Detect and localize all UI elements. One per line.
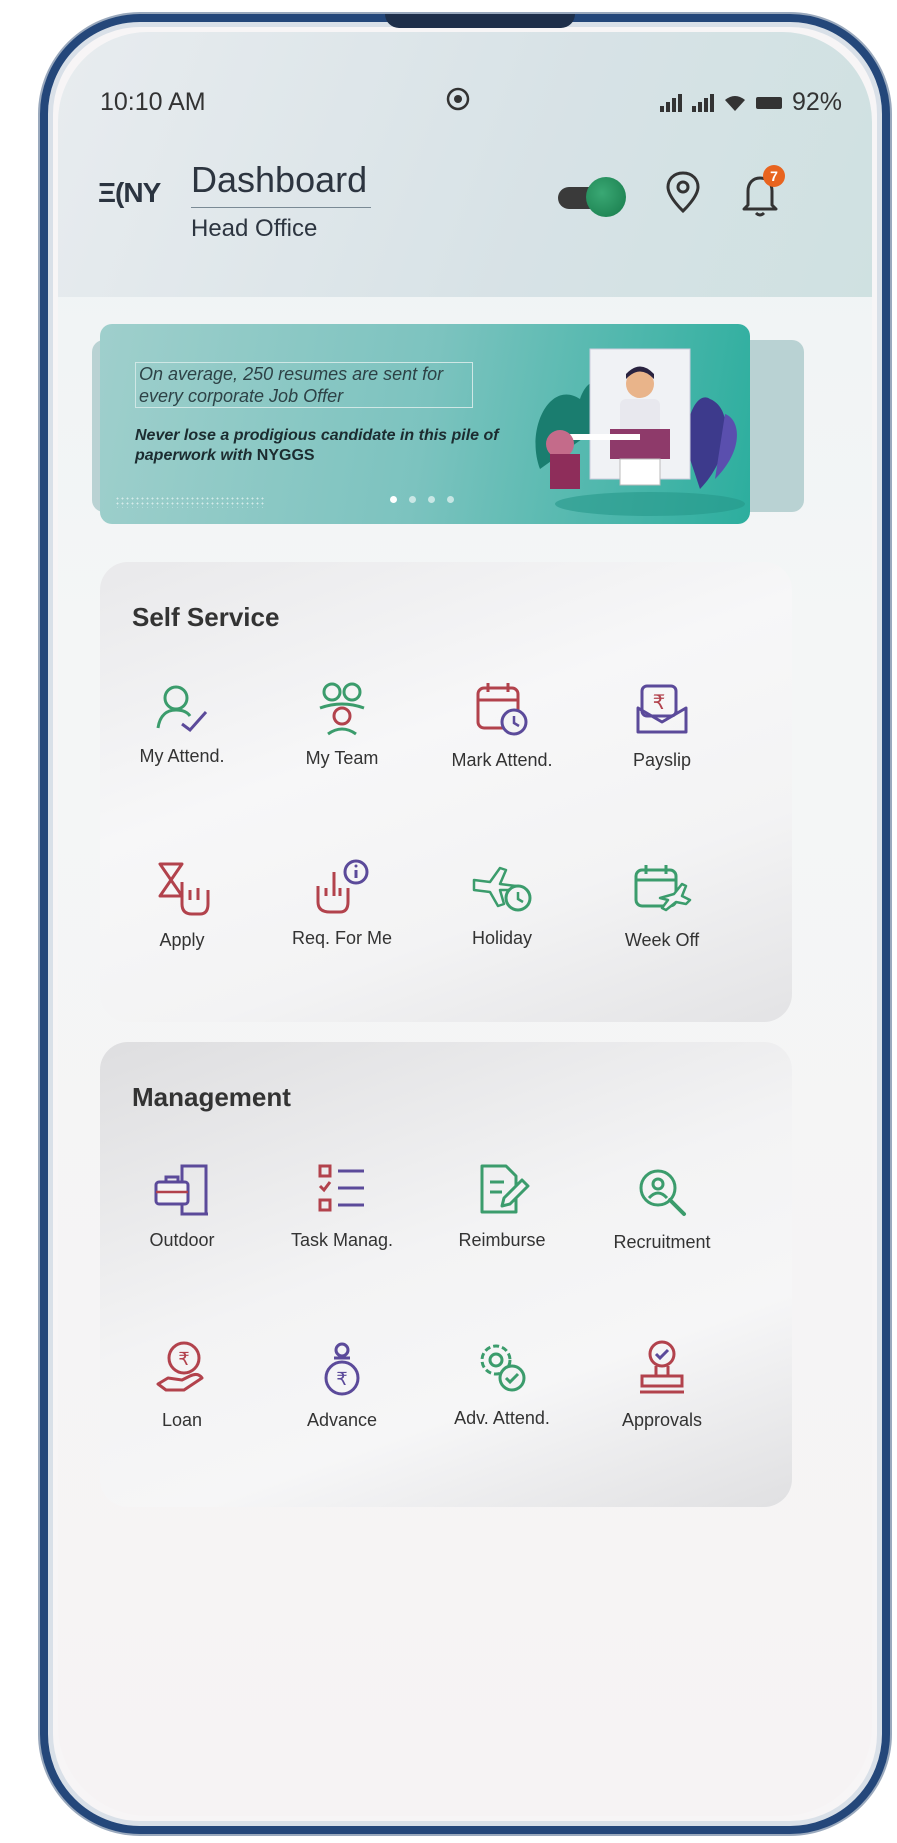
tile-label: Loan [161,1410,203,1430]
tile-label: Reimburse [458,1230,546,1250]
outdoor-tile[interactable]: Outdoor [102,1162,262,1251]
app-screen: 10:10 AM 92% Ξ(NY Dashboard Head Office [58,32,872,1816]
tile-label: Adv. Attend. [454,1408,550,1428]
my-team-tile[interactable]: My Team [262,680,422,769]
document-edit-icon [480,1164,530,1214]
tile-label: Approvals [621,1410,703,1430]
carousel-dot[interactable] [447,496,454,503]
phone-frame: 10:10 AM 92% Ξ(NY Dashboard Head Office [40,14,890,1834]
gear-check-icon [480,1344,526,1392]
banner-brand: NYGGS [256,447,315,464]
battery-icon [755,96,782,109]
battery-percent: 92% [791,88,842,116]
reimburse-tile[interactable]: Reimburse [422,1162,582,1251]
signal-icon [691,93,714,112]
task-list-icon [318,1164,364,1212]
location-pin-icon[interactable] [663,169,703,217]
tile-label: Req. For Me [291,928,393,948]
wifi-icon [724,95,745,111]
tile-label: Payslip [632,750,692,770]
menu-logo-button[interactable]: Ξ(NY [98,177,178,217]
tile-label: Holiday [471,928,533,948]
rupee-hand-icon: ₹ [156,1341,204,1392]
user-check-icon [156,685,208,733]
phone-notch [385,14,575,28]
toggle-knob [586,177,626,217]
calendar-plane-icon [634,865,692,912]
tile-label: Mark Attend. [451,750,553,770]
tile-label: Week Off [624,930,700,950]
status-time: 10:10 AM [100,88,206,116]
stamp-icon [640,1340,684,1394]
signal-icon [659,93,682,112]
tile-label: My Attend. [139,746,225,766]
recruitment-tile[interactable]: Recruitment [582,1166,742,1253]
status-toggle[interactable] [558,177,628,217]
recruiter-illustration [535,348,745,516]
team-icon [319,682,365,736]
mark-attend-tile[interactable]: Mark Attend. [422,680,582,771]
banner-tagline: Never lose a prodigious candidate in thi… [135,426,505,466]
status-bar: 10:10 AM 92% [100,87,842,118]
hourglass-hand-icon [158,862,210,916]
loan-tile[interactable]: ₹ Loan [102,1340,262,1431]
carousel-dot[interactable] [428,496,435,503]
status-right-icons: 92% [659,88,842,117]
svg-text:₹: ₹ [178,1349,189,1370]
approvals-tile[interactable]: Approvals [582,1338,742,1431]
carousel-dot[interactable] [409,496,416,503]
branch-selector[interactable]: Head Office [191,215,317,243]
advance-tile[interactable]: ₹ Advance [262,1340,422,1431]
req-for-me-tile[interactable]: Req. For Me [262,858,422,949]
banner-headline: On average, 250 resumes are sent for eve… [135,362,473,408]
svg-text:₹: ₹ [653,690,666,714]
week-off-tile[interactable]: Week Off [582,862,742,951]
banner-pattern [115,496,265,508]
rupee-envelope-icon: ₹ [636,684,688,734]
holiday-tile[interactable]: Holiday [422,860,582,949]
tile-label: Apply [159,930,205,950]
app-header: Ξ(NY Dashboard Head Office 7 [98,157,858,247]
promo-banner[interactable]: On average, 250 resumes are sent for eve… [100,324,750,524]
door-briefcase-icon [154,1164,208,1216]
title-divider [191,207,371,208]
tile-label: Recruitment [613,1232,711,1252]
payslip-tile[interactable]: ₹ Payslip [582,682,742,771]
tile-label: Advance [306,1410,378,1430]
search-person-icon [639,1169,686,1216]
section-title: Self Service [132,602,280,632]
record-icon [446,87,470,111]
tile-label: Outdoor [149,1230,215,1250]
calendar-clock-icon [476,683,528,736]
carousel-dots[interactable] [390,496,454,503]
page-title: Dashboard [191,159,368,200]
management-card: Management Outdoor Task Manag. Reimburse… [100,1042,792,1507]
tile-label: Task Manag. [290,1230,394,1250]
section-title: Management [132,1082,291,1112]
plane-clock-icon [472,866,532,912]
carousel-dot[interactable] [390,496,397,503]
svg-text:₹: ₹ [336,1369,347,1390]
hand-info-icon [316,859,369,914]
self-service-card: Self Service My Attend. My Team Mark Att… [100,562,792,1022]
task-manag-tile[interactable]: Task Manag. [262,1162,422,1251]
tile-label: My Team [305,748,379,768]
notification-badge: 7 [763,165,785,187]
my-attend-tile[interactable]: My Attend. [102,682,262,767]
rupee-bag-icon: ₹ [324,1342,360,1396]
adv-attend-tile[interactable]: Adv. Attend. [422,1338,582,1429]
apply-tile[interactable]: Apply [102,860,262,951]
banner-tagline-text: Never lose a prodigious candidate in thi… [135,427,499,464]
